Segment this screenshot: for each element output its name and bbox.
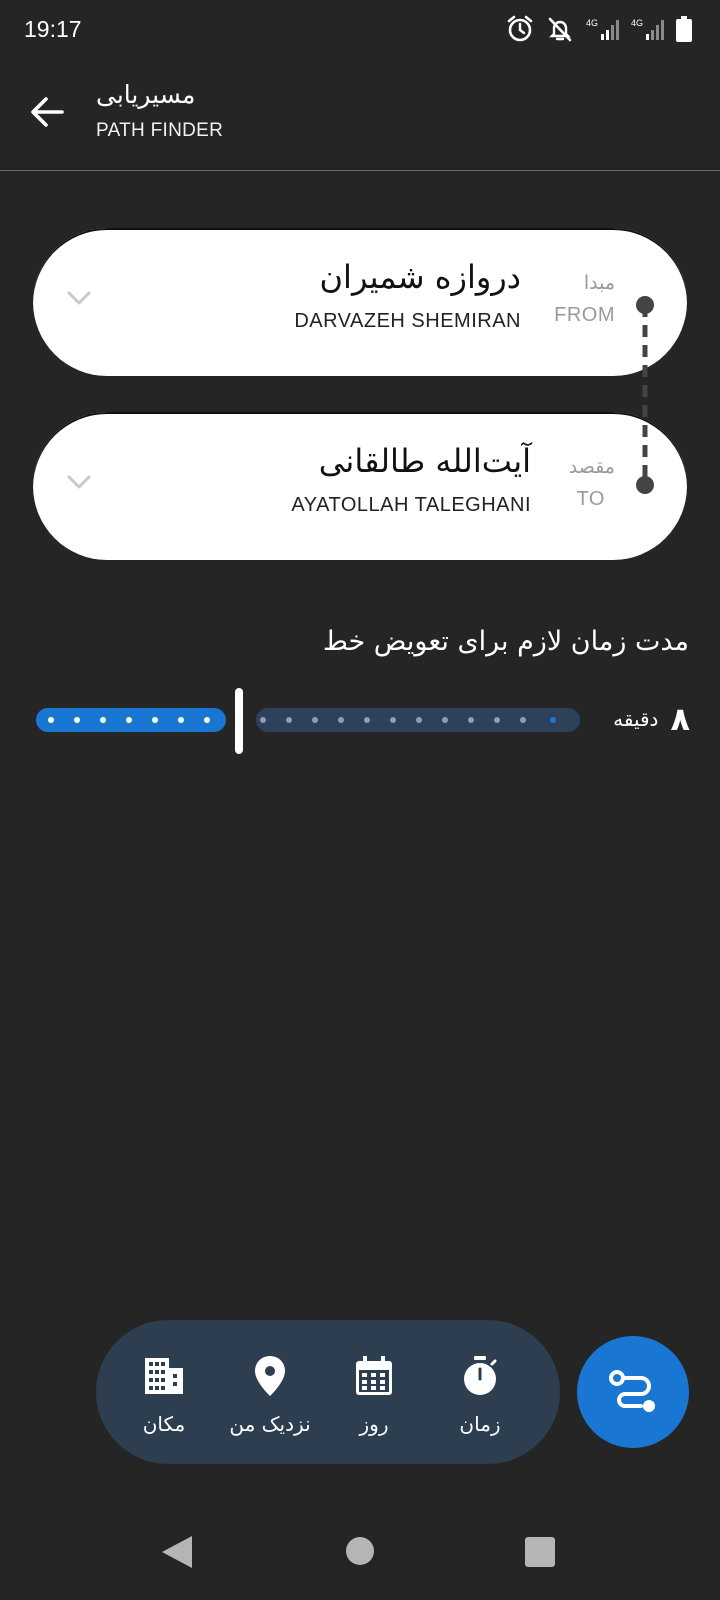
arrow-back-icon [31, 97, 64, 127]
slider-tick [442, 717, 448, 723]
route-connector-icon [636, 296, 654, 494]
network-label: 4G [585, 18, 598, 28]
slider-tick [390, 717, 396, 723]
slider-tick [204, 717, 210, 723]
destination-label-en: TO [576, 488, 605, 510]
nav-home-icon[interactable] [345, 1536, 375, 1566]
slider-tick [416, 717, 422, 723]
slider-tick [312, 717, 318, 723]
origin-station-name-fa: دروازه شمیران [319, 258, 521, 296]
chevron-down-icon [67, 475, 91, 489]
transfer-minutes: ۸ [670, 700, 690, 738]
destination-station-name-fa: آیت‌الله طالقانی [318, 442, 531, 480]
nav-recents-icon[interactable] [525, 1537, 555, 1567]
path-finder-screen: 19:17 4G 4G مسیریابی PATH FINDER دروازه … [0, 0, 720, 1600]
status-bar: 19:17 4G 4G [0, 0, 720, 58]
slider-tick [152, 717, 158, 723]
origin-station-name-en: DARVAZEH SHEMIRAN [294, 310, 521, 332]
alarm-icon [507, 15, 533, 42]
destination-label-fa: مقصد [568, 456, 615, 478]
slider-tick [338, 717, 344, 723]
origin-station-selector[interactable]: دروازه شمیران DARVAZEH SHEMIRAN مبدا FRO… [33, 228, 687, 376]
system-navigation-bar [0, 1512, 720, 1600]
slider-tick [286, 717, 292, 723]
filter-options-bar: زمان روز نزدیک من مکان [96, 1320, 560, 1464]
option-time-label: زمان [459, 1412, 501, 1436]
option-nearby-button[interactable]: نزدیک من [210, 1320, 330, 1464]
slider-tick [100, 717, 106, 723]
location-pin-icon [255, 1356, 285, 1396]
slider-tick [494, 717, 500, 723]
origin-label-en: FROM [554, 304, 615, 326]
app-bar: مسیریابی PATH FINDER [0, 58, 720, 171]
option-time-button[interactable]: زمان [420, 1320, 540, 1464]
option-day-button[interactable]: روز [314, 1320, 434, 1464]
transfer-time-slider[interactable] [36, 680, 580, 754]
slider-tick [260, 717, 266, 723]
transfer-unit: دقیقه [613, 707, 659, 731]
find-route-button[interactable] [577, 1336, 689, 1448]
network-label: 4G [630, 18, 643, 28]
page-subtitle: PATH FINDER [96, 120, 224, 141]
notifications-off-icon [548, 17, 572, 42]
signal-icon: 4G [586, 18, 619, 40]
slider-tick [520, 717, 526, 723]
battery-icon [676, 16, 692, 42]
option-place-label: مکان [142, 1412, 186, 1436]
calendar-icon [356, 1356, 392, 1395]
transfer-time-title: مدت زمان لازم برای تعویض خط [322, 626, 689, 657]
signal-icon: 4G [631, 18, 664, 40]
destination-station-selector[interactable]: آیت‌الله طالقانی AYATOLLAH TALEGHANI مقص… [33, 412, 687, 560]
route-icon [609, 1370, 655, 1412]
slider-tick [364, 717, 370, 723]
slider-tick [468, 717, 474, 723]
slider-tick [74, 717, 80, 723]
back-button[interactable] [26, 90, 70, 134]
slider-tick [550, 717, 556, 723]
slider-thumb[interactable] [235, 688, 243, 754]
slider-tick [48, 717, 54, 723]
building-icon [145, 1358, 183, 1394]
origin-label-fa: مبدا [583, 272, 615, 294]
stopwatch-icon [464, 1356, 497, 1395]
page-title: مسیریابی [96, 80, 196, 109]
destination-station-name-en: AYATOLLAH TALEGHANI [291, 494, 531, 516]
option-nearby-label: نزدیک من [229, 1412, 311, 1436]
option-day-label: روز [359, 1412, 389, 1436]
option-place-button[interactable]: مکان [104, 1320, 224, 1464]
status-time: 19:17 [24, 16, 82, 42]
slider-tick [126, 717, 132, 723]
transfer-time-value: ۸ دقیقه [613, 700, 690, 738]
slider-tick [178, 717, 184, 723]
chevron-down-icon [67, 291, 91, 305]
status-icons: 4G 4G [506, 14, 692, 44]
nav-back-icon[interactable] [160, 1534, 194, 1570]
